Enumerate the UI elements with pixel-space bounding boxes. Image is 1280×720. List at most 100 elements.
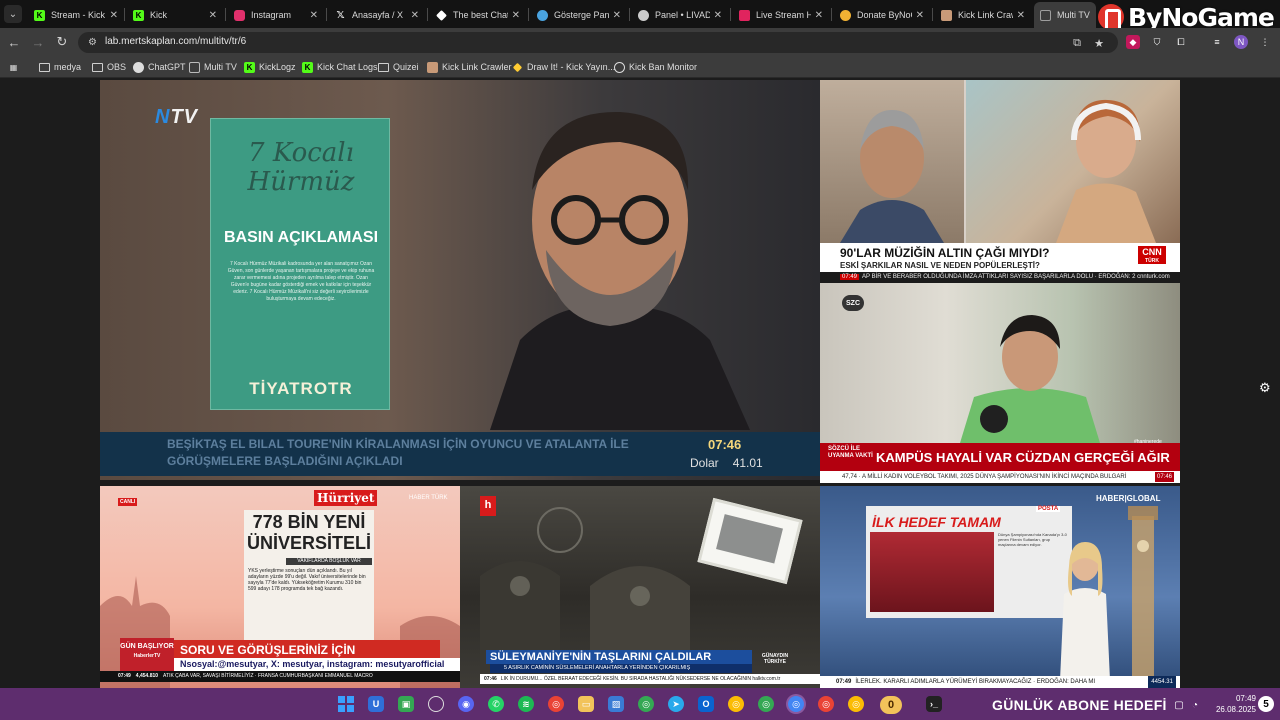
telegram-icon[interactable]: ➤ [668,696,684,712]
tab-dashboard[interactable]: Gösterge Panel ✕ [531,4,627,26]
chrome-active-icon[interactable]: ◎ [788,696,804,712]
chrome-icon[interactable]: ◎ [548,696,564,712]
halk-tv-logo: h [480,496,496,516]
tv-icon [1040,9,1051,21]
photos-icon[interactable]: ▨ [608,696,624,712]
bookmark-kick-ban-monitor[interactable]: Kick Ban Monitor [614,60,697,74]
bynogame-logo-icon [1098,4,1124,31]
tab-livad[interactable]: Panel • LIVAD ✕ [632,4,728,26]
spotify-icon[interactable]: ≋ [518,696,534,712]
tab-search-chevron-icon[interactable]: ⌄ [4,5,22,23]
video-feed-cnn-turk[interactable]: 90'LAR MÜZİĞİN ALTIN ÇAĞI MIYDI? ESKİ ŞA… [820,80,1180,283]
tab-x[interactable]: 𝕏 Anasayfa / X ✕ [329,4,425,26]
site-info-icon[interactable]: ⚙ [86,36,99,49]
folder-icon [378,62,389,72]
tab-live-stream[interactable]: Live Stream Hu ✕ [733,4,829,26]
close-icon[interactable]: ✕ [916,10,924,21]
whatsapp-icon[interactable]: ✆ [488,696,504,712]
tab-kick-link-crawler[interactable]: Kick Link Crawl ✕ [935,4,1031,26]
close-icon[interactable]: ✕ [512,10,520,21]
shield-app-icon[interactable]: U [368,696,384,712]
terminal-app-icon[interactable]: ▣ [398,696,414,712]
discord-icon[interactable]: ◉ [458,696,474,712]
close-icon[interactable]: ✕ [613,10,621,21]
bookmark-draw-it[interactable]: Draw It! - Kick Yayın... [512,60,615,74]
url-text[interactable]: lab.mertskaplan.com/multitv/tr/6 [105,36,246,47]
video-feed-haberturk[interactable]: CANLI Hürriyet HABER TÜRK 778 BİN YENİ Ü… [100,486,460,688]
close-icon[interactable]: ✕ [714,10,722,21]
bookmark-kicklogz[interactable]: K KickLogz [244,60,296,74]
video-feed-ntv[interactable]: NTV 7 Kocalı Hürmüz BASIN AÇIKLAMASI 7 K… [100,80,820,480]
notification-center-badge[interactable]: 5 [1258,696,1274,712]
install-app-icon[interactable]: ⧉ [1070,36,1084,50]
livad-icon [638,9,649,21]
back-button[interactable]: ← [6,34,22,50]
bookmark-medya[interactable]: medya [39,60,81,74]
obs-icon[interactable] [428,696,444,712]
tab-instagram[interactable]: Instagram ✕ [228,4,324,26]
windows-start-icon[interactable] [338,696,354,712]
apps-grid-icon[interactable]: ▦ [8,60,23,74]
globe-icon [614,61,625,73]
tab-separator [225,8,226,21]
bookmark-star-icon[interactable]: ★ [1092,36,1106,50]
chrome-profile-icon[interactable]: ◎ [638,696,654,712]
extensions-puzzle-icon[interactable]: ⧠ [1174,35,1188,49]
diamond-icon [436,9,447,21]
video-feed-sozcu[interactable]: SZC SÖZCÜ İLE UYANMA VAKTİ KAMPÜS HAYALİ… [820,283,1180,483]
close-icon[interactable]: ✕ [411,10,419,21]
haberturk-logo: HABER TÜRK [409,495,448,501]
chrome-profile-icon[interactable]: ◎ [728,696,744,712]
settings-gear-icon[interactable]: ⚙ [1259,380,1271,396]
close-icon[interactable]: ✕ [110,10,118,21]
sozcu-ticker: 47,74 · A MİLLİ KADIN VOLEYBOL TAKIMI, 2… [820,471,1180,483]
chrome-profile-icon[interactable]: ◎ [848,696,864,712]
shield-extension-icon[interactable]: ⛉ [1150,35,1164,49]
tray-chat-icon[interactable]: ▢ [1172,699,1186,711]
tab-separator [831,8,832,21]
tab-kick[interactable]: K Kick ✕ [127,4,223,26]
bookmark-multi-tv[interactable]: Multi TV [189,60,237,74]
video-feed-haber-global[interactable]: HABER|GLOBAL İLK HEDEF TAMAM POSTA Dünya… [820,486,1180,688]
cnn-subline: ESKİ ŞARKILAR NASIL VE NEDEN POPÜLERLEŞT… [840,261,1040,270]
address-bar[interactable]: ⚙ lab.mertskaplan.com/multitv/tr/6 ⧉ ★ [78,32,1118,53]
console-icon[interactable]: ›_ [926,696,942,712]
forward-button[interactable]: → [30,34,46,50]
crawler-icon [427,61,438,73]
bookmark-kick-chat-logs[interactable]: K Kick Chat Logs [302,60,378,74]
tab-donate-bynogame[interactable]: Donate ByNoG ✕ [834,4,930,26]
close-icon[interactable]: ✕ [310,10,318,21]
profile-avatar[interactable]: N [1234,35,1248,49]
close-icon[interactable]: ✕ [209,10,217,21]
pencil-icon [512,62,523,72]
video-feed-halk-tv[interactable]: h SÜLEYMANİYE'NİN TAŞLARINI ÇALDILAR 5 A… [460,486,820,688]
instagram-icon [234,9,245,21]
outlook-icon[interactable]: O [698,696,714,712]
file-explorer-icon[interactable]: ▭ [578,696,594,712]
more-menu-icon[interactable]: ⋮ [1258,35,1272,49]
bookmark-quizei[interactable]: Quizei [378,60,419,74]
tab-separator [730,8,731,21]
reload-button[interactable]: ↻ [54,34,70,50]
notification-counter-badge[interactable]: 0 [880,696,902,714]
newspaper-headline: 778 BİN YENİ ÜNİVERSİTELİ [246,512,371,553]
chrome-profile-icon[interactable]: ◎ [758,696,774,712]
bookmark-kick-link-crawler[interactable]: Kick Link Crawler [427,60,512,74]
bookmark-chatgpt[interactable]: ChatGPT [133,60,186,74]
tab-multi-tv[interactable]: Multi TV - [1034,2,1096,28]
tab-chatbot[interactable]: The best ChatB ✕ [430,4,526,26]
media-control-icon[interactable]: ≡ [1210,35,1224,49]
tab-stream-kick[interactable]: K Stream - Kick D ✕ [28,4,124,26]
tab-separator [326,8,327,21]
close-icon[interactable]: ✕ [815,10,823,21]
network-icon[interactable]: ◔ [1188,699,1202,711]
cnn-turk-logo: CNN TÜRK [1138,246,1166,264]
close-icon[interactable]: ✕ [1017,10,1025,21]
bynogame-icon [840,9,851,21]
sozcu-headline: KAMPÜS HAYALİ VAR CÜZDAN GERÇEĞİ AĞIR [876,450,1170,465]
haberturk-headline: SORU VE GÖRÜŞLERİNİZ İÇİN [180,643,356,657]
taskbar-clock[interactable]: 07:49 26.08.2025 [1210,693,1256,715]
extension-icon[interactable]: ◆ [1126,35,1140,49]
chrome-profile-icon[interactable]: ◎ [818,696,834,712]
bookmark-obs[interactable]: OBS [92,60,126,74]
